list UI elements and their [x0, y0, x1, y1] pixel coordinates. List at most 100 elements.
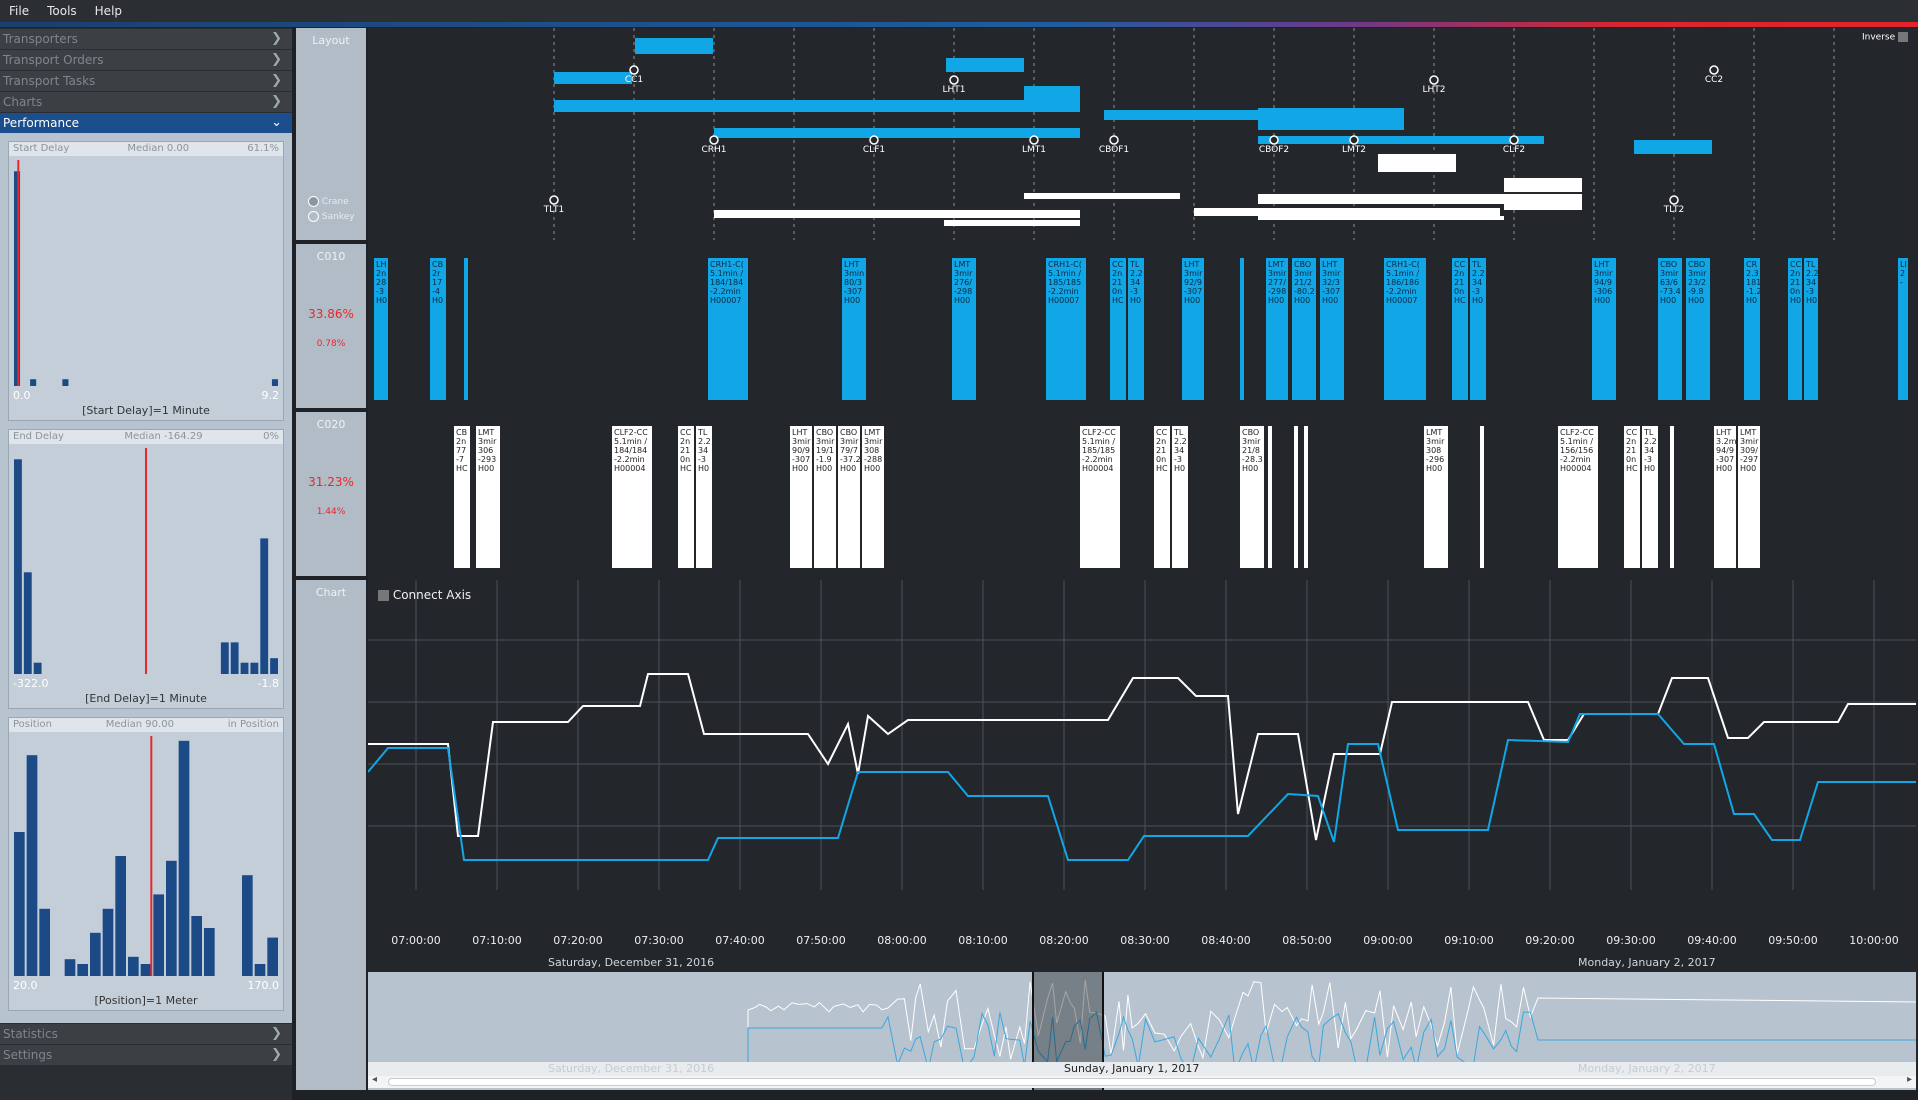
- task-bar[interactable]: [1268, 426, 1272, 568]
- histogram-header: Position Median 90.00 in Position: [9, 718, 283, 732]
- task-bar[interactable]: CC 2n 21 0n HC: [1452, 258, 1468, 400]
- c020-label-panel: C020 31.23% 1.44%: [296, 412, 366, 576]
- scroll-left-icon[interactable]: ◂: [372, 1074, 377, 1085]
- task-bar[interactable]: TL 2.2 34 -3 H0: [1642, 426, 1658, 568]
- task-bar[interactable]: LI 2 -: [1898, 258, 1908, 400]
- task-bar[interactable]: [1304, 426, 1308, 568]
- task-bar[interactable]: [1240, 258, 1244, 400]
- task-bar[interactable]: TL 2.2 34 -3 H0: [1804, 258, 1818, 400]
- connect-axis-toggle[interactable]: Connect Axis: [378, 588, 471, 602]
- task-bar[interactable]: [1670, 426, 1674, 568]
- task-bar[interactable]: LHT 3mir 94/9 -306 H00: [1592, 258, 1616, 400]
- task-bar[interactable]: [464, 258, 468, 400]
- task-bar[interactable]: LMT 3mir 308 -288 H00: [862, 426, 884, 568]
- day-label: Monday, January 2, 2017: [1578, 956, 1716, 969]
- task-bar[interactable]: CRH1-C( 5.1min / 185/185 -2.2min H00007: [1046, 258, 1086, 400]
- menu-file[interactable]: File: [0, 4, 38, 18]
- task-bar[interactable]: LMT 3mir 306 -293 H00: [476, 426, 500, 568]
- layout-node[interactable]: [1669, 195, 1679, 205]
- layout-node[interactable]: [1109, 135, 1119, 145]
- task-bar[interactable]: CRH1-C( 5.1min / 184/184 -2.2min H00007: [708, 258, 748, 400]
- task-bar[interactable]: TL 2.2 34 -3 H0: [1172, 426, 1188, 568]
- navigator-date-bar: Saturday, December 31, 2016 Sunday, Janu…: [368, 1062, 1916, 1076]
- section-charts[interactable]: Charts ❯: [0, 92, 292, 112]
- histogram-end-delay: End Delay Median -164.29 0% -322.0 -1.8 [End …: [8, 429, 284, 709]
- horizontal-scrollbar[interactable]: ◂ ▸: [368, 1074, 1916, 1088]
- task-bar[interactable]: LMT 3mir 308 -296 H00: [1424, 426, 1448, 568]
- histogram-median: Median 0.00: [127, 143, 190, 154]
- scroll-right-icon[interactable]: ▸: [1907, 1074, 1912, 1085]
- task-bar[interactable]: LH 2n 28 -3 H0: [374, 258, 388, 400]
- menu-help[interactable]: Help: [86, 4, 131, 18]
- layout-node[interactable]: [1349, 135, 1359, 145]
- task-bar[interactable]: CLF2-CC 5.1min / 156/156 -2.2min H00004: [1558, 426, 1598, 568]
- task-bar[interactable]: LMT 3mir 276/ -298 H00: [952, 258, 976, 400]
- layout-node[interactable]: [1269, 135, 1279, 145]
- task-bar[interactable]: CC 2n 21 0n H0: [1788, 258, 1802, 400]
- histogram-bar: [267, 937, 278, 976]
- task-bar[interactable]: CB 2r 17 -4 H0: [430, 258, 446, 400]
- checkbox-icon: [1898, 32, 1908, 42]
- task-bar[interactable]: CB 2n 77 -7 HC: [454, 426, 470, 568]
- section-performance[interactable]: Performance ⌄: [0, 113, 292, 133]
- layout-node[interactable]: [1709, 65, 1719, 75]
- task-bar[interactable]: CBO 3mir 63/6 -73.4 H00: [1658, 258, 1682, 400]
- task-bar[interactable]: CLF2-CC 5.1min / 185/185 -2.2min H00004: [1080, 426, 1120, 568]
- section-transport-orders[interactable]: Transport Orders ❯: [0, 50, 292, 70]
- scroll-thumb[interactable]: [388, 1078, 1876, 1086]
- task-bar[interactable]: LHT 3mir 32/3 -307 H00: [1320, 258, 1344, 400]
- task-bar[interactable]: TL 2.2 34 -3 H0: [696, 426, 712, 568]
- layout-node[interactable]: [949, 75, 959, 85]
- task-bar[interactable]: CBO 3mir 23/2 -9.8 H00: [1686, 258, 1710, 400]
- section-transporters[interactable]: Transporters ❯: [0, 29, 292, 49]
- chart-label: Chart: [315, 586, 347, 599]
- task-bar[interactable]: LHT 3mir 92/9 -307 H00: [1182, 258, 1204, 400]
- histogram-position: Position Median 90.00 in Position 20.0 170.0…: [8, 717, 284, 1011]
- task-bar[interactable]: CR 2.3 181 -1.2 H0: [1744, 258, 1760, 400]
- task-bar[interactable]: CBO 3mir 21/2 -80.2 H00: [1292, 258, 1316, 400]
- histogram-bar: [77, 964, 88, 976]
- inverse-toggle[interactable]: Inverse: [1862, 32, 1908, 43]
- main-area: CC1 LHT1 LHT2 CC2 CRH1 CLF1 LMT1 CBOF1 CBOF2 LMT2…: [368, 28, 1918, 1090]
- layout-flow-bar: [1258, 108, 1404, 130]
- task-bar[interactable]: CLF2-CC 5.1min / 184/184 -2.2min H00004: [612, 426, 652, 568]
- histogram-bar: [33, 662, 42, 674]
- layout-node[interactable]: [549, 195, 559, 205]
- task-bar[interactable]: LHT 3mir 90/9 -307 H00: [790, 426, 812, 568]
- radio-sankey[interactable]: Sankey: [308, 211, 355, 222]
- task-bar[interactable]: CC 2n 21 0n HC: [1110, 258, 1126, 400]
- histogram-bar: [250, 662, 259, 674]
- task-bar[interactable]: CBO 3mir 19/1 -1.9 H00: [814, 426, 836, 568]
- task-bar[interactable]: LHT 3min 80/3 -307 H00: [842, 258, 866, 400]
- radio-crane[interactable]: Crane: [308, 196, 355, 207]
- layout-node[interactable]: [629, 65, 639, 75]
- task-bar[interactable]: TL 2.2 34 -3 H0: [1470, 258, 1486, 400]
- task-bar[interactable]: CBO 3mir 79/7 -37.2 H00: [838, 426, 860, 568]
- histogram-median: Median 90.00: [105, 719, 174, 730]
- layout-node[interactable]: [1509, 135, 1519, 145]
- task-bar[interactable]: CC 2n 21 0n HC: [1624, 426, 1640, 568]
- task-bar[interactable]: TL 2.2 34 -3 H0: [1128, 258, 1144, 400]
- task-bar[interactable]: CC 2n 21 0n HC: [1154, 426, 1170, 568]
- task-bar[interactable]: [1480, 426, 1484, 568]
- layout-flow-bar: [1024, 86, 1080, 100]
- c020-timeline: CB 2n 77 -7 HC LMT 3mir 306 -293 H00 CLF2-…: [368, 412, 1916, 576]
- chevron-right-icon: ❯: [271, 31, 282, 46]
- layout-node[interactable]: [1429, 75, 1439, 85]
- section-transport-tasks[interactable]: Transport Tasks ❯: [0, 71, 292, 91]
- layout-node[interactable]: [1029, 135, 1039, 145]
- task-bar[interactable]: CBO 3mir 21/8 -28.3 H00: [1240, 426, 1264, 568]
- section-settings[interactable]: Settings ❯: [0, 1045, 292, 1065]
- layout-flow-bar: [1194, 208, 1500, 216]
- menu-tools[interactable]: Tools: [38, 4, 86, 18]
- task-bar[interactable]: LHT 3.2mi 94/9 -307 H00: [1714, 426, 1736, 568]
- time-tick-label: 07:00:00: [391, 934, 441, 947]
- section-statistics[interactable]: Statistics ❯: [0, 1024, 292, 1044]
- task-bar[interactable]: LMT 3mir 277/ -298 H00: [1266, 258, 1288, 400]
- layout-node[interactable]: [709, 135, 719, 145]
- task-bar[interactable]: LMT 3mir 309/ -297 H00: [1738, 426, 1760, 568]
- task-bar[interactable]: [1294, 426, 1298, 568]
- task-bar[interactable]: CC 2n 21 0n HC: [678, 426, 694, 568]
- task-bar[interactable]: CRH1-C( 5.1min / 186/186 -2.2min H00007: [1384, 258, 1426, 400]
- layout-node[interactable]: [869, 135, 879, 145]
